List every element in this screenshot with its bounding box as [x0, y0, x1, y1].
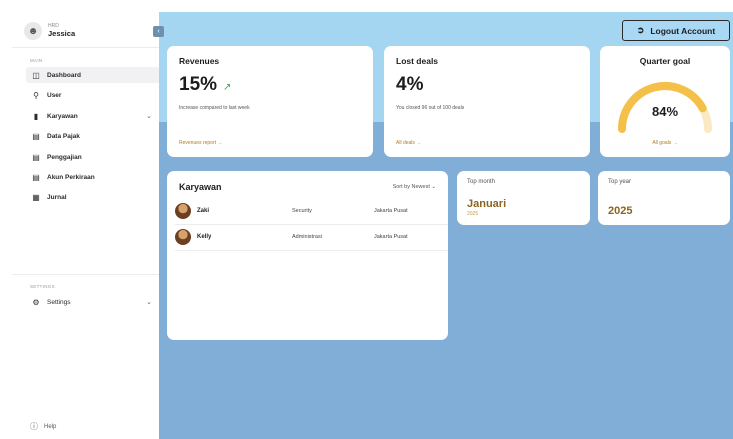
- chart-icon: ▮: [33, 111, 39, 121]
- divider: [175, 250, 448, 251]
- quarter-goal-value: 84%: [651, 104, 679, 119]
- sidebar: ☻ HRD Jessica MAIN ◫ Dashboard ⚲ User ▮ …: [12, 12, 160, 439]
- calendar-icon: ▤: [32, 172, 40, 182]
- sidebar-item-label: Data Pajak: [47, 132, 80, 140]
- user-avatar-icon: ☻: [27, 25, 39, 37]
- user-name: Jessica: [48, 29, 76, 38]
- chevron-left-icon: ‹: [157, 28, 160, 35]
- user-profile[interactable]: ☻ HRD Jessica: [24, 22, 75, 40]
- sidebar-item-akun-perkiraan[interactable]: ▤ Akun Perkiraan: [26, 169, 160, 185]
- quarter-goal-card: Quarter goal 84% All goals →: [600, 46, 730, 157]
- help-label: Help: [44, 423, 57, 430]
- sidebar-item-settings[interactable]: ⚙ Settings ⌄: [26, 294, 160, 310]
- divider: [12, 274, 159, 275]
- gear-icon: ⚙: [32, 297, 40, 307]
- calendar-icon: ▤: [32, 131, 40, 141]
- sidebar-item-user[interactable]: ⚲ User: [26, 87, 160, 103]
- sidebar-item-jurnal[interactable]: ▦ Jurnal: [26, 189, 160, 205]
- sidebar-item-penggajian[interactable]: ▤ Penggajian: [26, 149, 160, 165]
- avatar: ☻: [24, 22, 42, 40]
- sidebar-item-dashboard[interactable]: ◫ Dashboard: [26, 67, 160, 83]
- calendar-icon: ▤: [32, 152, 40, 162]
- table-row[interactable]: Zaki Security Jakarta Pusat: [167, 198, 448, 224]
- all-goals-link[interactable]: All goals →: [600, 140, 730, 146]
- settings-section-label: SETTINGS: [30, 284, 55, 289]
- sidebar-item-data-pajak[interactable]: ▤ Data Pajak: [26, 128, 160, 144]
- card-title: Lost deals: [396, 56, 439, 66]
- employee-location: Jakarta Pusat: [374, 208, 408, 214]
- card-label: Top year: [608, 179, 632, 185]
- top-year-value: 2025: [608, 205, 633, 217]
- employee-name: Kelly: [197, 234, 212, 240]
- top-month-value: Januari: [467, 198, 507, 210]
- top-month-year: 2025: [467, 211, 479, 217]
- sidebar-item-label: Karyawan: [47, 112, 78, 120]
- chevron-down-icon: ⌄: [431, 184, 436, 190]
- lost-deals-card: Lost deals 4% You closed 96 out of 100 d…: [384, 46, 590, 157]
- card-title: Karyawan: [179, 182, 222, 192]
- sidebar-item-label: Settings: [47, 298, 71, 306]
- sidebar-item-label: Akun Perkiraan: [47, 173, 95, 181]
- card-subtitle: Increase compared to last week: [179, 105, 250, 111]
- sidebar-item-label: Penggajian: [47, 153, 82, 161]
- revenues-value: 15% ↗: [179, 74, 232, 95]
- logout-label: Logout Account: [650, 25, 716, 36]
- sort-label: Sort by Newest: [392, 184, 430, 190]
- table-row[interactable]: Kelly Administrasi Jakarta Pusat: [167, 224, 448, 250]
- employee-dept: Administrasi: [292, 234, 322, 240]
- logout-button[interactable]: ➲ Logout Account: [622, 20, 730, 41]
- sort-dropdown[interactable]: Sort by Newest ⌄: [393, 184, 436, 190]
- trend-up-icon: ↗: [223, 82, 232, 93]
- main-section-label: MAIN: [30, 58, 43, 63]
- help-icon: ⓘ: [30, 422, 38, 431]
- card-label: Top month: [467, 179, 496, 185]
- all-deals-link[interactable]: All deals →: [396, 140, 421, 146]
- sidebar-item-label: Jurnal: [47, 193, 67, 201]
- avatar: [175, 203, 191, 219]
- user-icon: ⚲: [33, 90, 39, 100]
- top-year-card: Top year 2025: [598, 171, 730, 225]
- karyawan-card: Karyawan Sort by Newest ⌄ Zaki Security …: [167, 171, 448, 340]
- card-title: Revenues: [179, 56, 220, 66]
- help-link[interactable]: ⓘ Help: [30, 421, 56, 432]
- divider: [12, 47, 159, 48]
- logout-icon: ➲: [636, 25, 645, 35]
- avatar: [175, 229, 191, 245]
- collapse-sidebar-button[interactable]: ‹: [153, 26, 164, 37]
- lost-deals-value: 4%: [396, 74, 424, 95]
- card-subtitle: You closed 96 out of 100 deals: [396, 105, 465, 111]
- dashboard-icon: ◫: [32, 70, 40, 80]
- top-month-card: Top month Januari 2025: [457, 171, 590, 225]
- chevron-down-icon: ⌄: [146, 299, 152, 306]
- revenues-report-link[interactable]: Revenues report →: [179, 140, 222, 146]
- sidebar-item-karyawan[interactable]: ▮ Karyawan ⌄: [26, 108, 160, 124]
- card-title: Quarter goal: [639, 56, 691, 66]
- employee-name: Zaki: [197, 208, 210, 214]
- sidebar-item-label: Dashboard: [47, 71, 81, 79]
- employee-dept: Security: [292, 208, 312, 214]
- employee-location: Jakarta Pusat: [374, 234, 408, 240]
- sidebar-item-label: User: [47, 91, 62, 99]
- revenues-card: Revenues 15% ↗ Increase compared to last …: [167, 46, 373, 157]
- document-icon: ▦: [32, 192, 40, 202]
- chevron-down-icon: ⌄: [146, 113, 152, 120]
